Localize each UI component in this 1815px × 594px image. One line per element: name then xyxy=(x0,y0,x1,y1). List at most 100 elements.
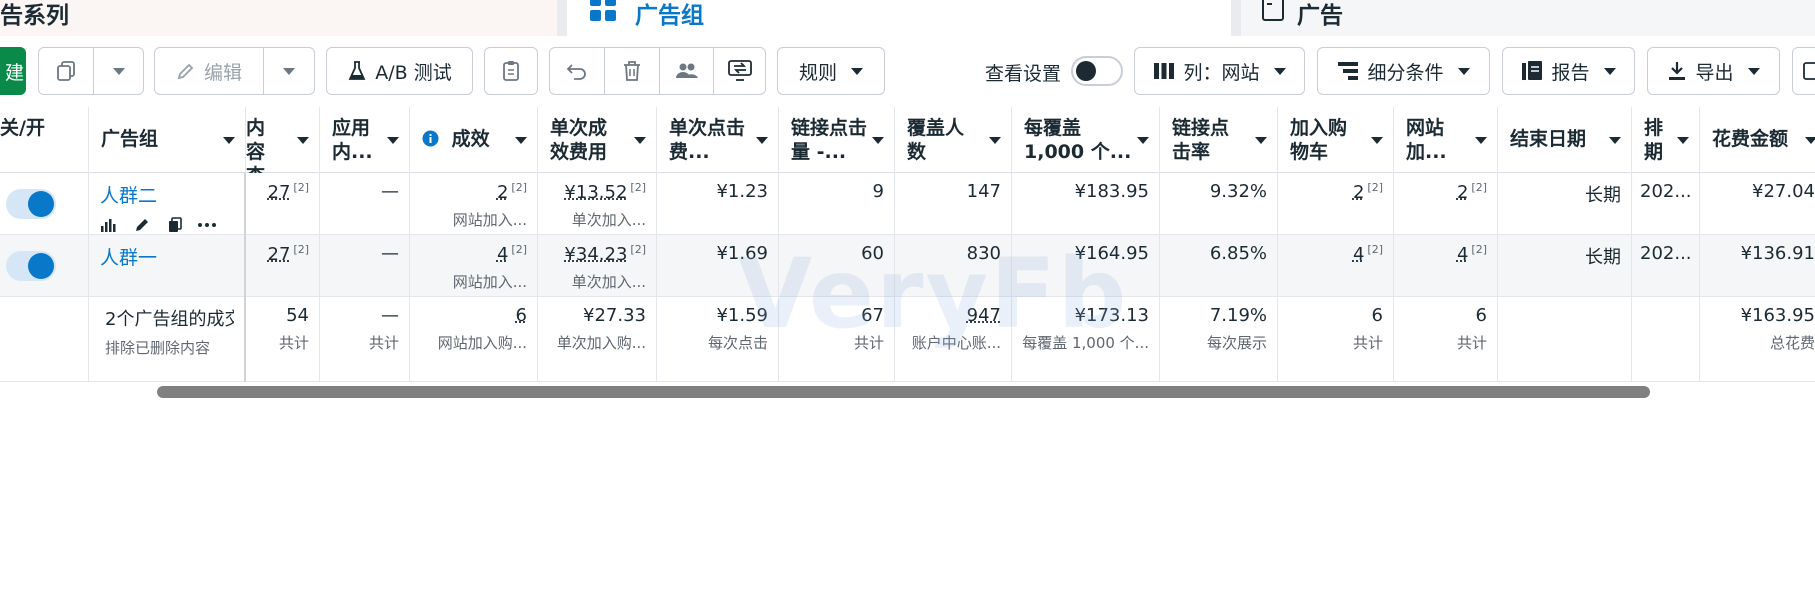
col-header-label: 成效 xyxy=(452,128,490,150)
view-settings-toggle[interactable] xyxy=(1071,56,1123,86)
col-header-end-date[interactable]: 结束日期 xyxy=(1498,107,1632,173)
chevron-down-icon xyxy=(1274,68,1286,75)
cell-value: ¥163.95 xyxy=(1741,305,1815,326)
schedule-cell: 202... xyxy=(1632,235,1700,297)
col-header-website[interactable]: 网站加... xyxy=(1394,107,1498,173)
sort-chevron-icon xyxy=(1371,137,1383,144)
cell-footnote: [2] xyxy=(511,181,527,194)
col-header-reach[interactable]: 覆盖人数 xyxy=(895,107,1012,173)
tab-divider xyxy=(557,0,567,36)
audience-button[interactable] xyxy=(660,48,713,94)
cell-subtext: 共计 xyxy=(1402,332,1487,353)
edit-dropdown[interactable] xyxy=(264,48,314,94)
summary-app: — 共计 xyxy=(320,297,410,382)
cell-value: 6 xyxy=(1372,305,1383,326)
cell-value: 6 xyxy=(1476,305,1487,326)
watermark: VeryFb xyxy=(738,238,1128,350)
col-header-cost-per-result[interactable]: 单次成效费用 xyxy=(538,107,657,173)
col-header-ctr[interactable]: 链接点击率 xyxy=(1160,107,1278,173)
undo-button[interactable] xyxy=(550,48,604,94)
sort-chevron-icon xyxy=(872,137,884,144)
cell-value: ¥183.95 xyxy=(1075,181,1149,202)
tab-campaigns-label: 告系列 xyxy=(0,0,69,30)
flask-icon xyxy=(347,60,367,82)
tab-ads-label: 广告 xyxy=(1297,0,1343,30)
cell-value: 4 xyxy=(1353,244,1364,265)
col-header-onoff[interactable]: 关/开 xyxy=(0,107,89,173)
reports-button[interactable]: 报告 xyxy=(1502,47,1635,95)
cell-value: 6.85% xyxy=(1210,243,1267,264)
adset-name-cell: 人群二 xyxy=(89,173,246,235)
end-date-cell: 长期 xyxy=(1498,173,1632,235)
adset-toggle[interactable] xyxy=(6,251,56,281)
cell-value: — xyxy=(381,305,399,326)
cpc-cell: ¥1.23 xyxy=(657,173,779,235)
ab-test-button[interactable]: A/B 测试 xyxy=(326,47,473,95)
columns-icon xyxy=(1153,62,1175,80)
cell-value: 长期 xyxy=(1585,247,1621,268)
rules-button[interactable]: 规则 xyxy=(777,47,885,95)
cell-subtext: 网站加入... xyxy=(418,209,527,230)
cell-footnote: [2] xyxy=(1367,243,1383,256)
col-header-app[interactable]: 应用内... xyxy=(320,107,410,173)
col-header-cpc[interactable]: 单次点击费... xyxy=(657,107,779,173)
col-header-schedule[interactable]: 排期 xyxy=(1632,107,1700,173)
summary-title: 2个广告组的成交 xyxy=(105,305,234,331)
undo-icon xyxy=(566,61,588,81)
tab-adsets-label: 广告组 xyxy=(635,0,704,30)
col-header-results[interactable]: 成效 xyxy=(410,107,538,173)
breakdown-icon xyxy=(1337,61,1359,81)
breakdown-button[interactable]: 细分条件 xyxy=(1317,47,1490,95)
adset-name-link[interactable]: 人群一 xyxy=(100,247,157,269)
cell-value: 2 xyxy=(1353,182,1364,203)
columns-button[interactable]: 列：网站 xyxy=(1134,47,1305,95)
tab-adsets[interactable]: 广告组 xyxy=(567,0,1231,36)
col-header-content-view[interactable]: 内容查... xyxy=(246,107,320,173)
duplicate-icon xyxy=(55,60,77,82)
delete-button[interactable] xyxy=(605,48,659,94)
summary-website: 6 共计 xyxy=(1394,297,1498,382)
sort-chevron-icon xyxy=(1677,137,1689,144)
cell-subtext: 共计 xyxy=(254,332,309,353)
horizontal-scrollbar[interactable] xyxy=(157,386,1650,398)
table-row[interactable]: 人群二 27 [2] — 2 [2] 网站加入... ¥13.52 [2] 单次加入...… xyxy=(0,173,1815,235)
more-icon[interactable] xyxy=(197,217,217,233)
swap-button[interactable] xyxy=(714,48,765,94)
cell-value: 202... xyxy=(1640,181,1692,202)
row-toggle-cell xyxy=(0,173,89,235)
clipboard-button[interactable] xyxy=(484,47,538,95)
tab-campaigns[interactable]: 告系列 xyxy=(0,0,557,36)
col-header-spend[interactable]: 花费金额 xyxy=(1700,107,1815,173)
adset-name-link[interactable]: 人群二 xyxy=(100,185,157,207)
duplicate-icon[interactable] xyxy=(167,217,183,233)
export-button[interactable]: 导出 xyxy=(1647,47,1780,95)
results-cell: 2 [2] 网站加入... xyxy=(410,173,538,235)
col-header-add-to-cart[interactable]: 加入购物车 xyxy=(1278,107,1394,173)
pencil-icon[interactable] xyxy=(134,217,150,233)
cell-footnote: [2] xyxy=(630,181,646,194)
col-header-link-clicks[interactable]: 链接点击量 -... xyxy=(779,107,895,173)
col-header-cpm[interactable]: 每覆盖 1,000 个... xyxy=(1012,107,1160,173)
cell-subtext: 单次加入... xyxy=(546,271,646,292)
create-button[interactable]: 建 xyxy=(0,47,26,95)
duplicate-dropdown[interactable] xyxy=(94,48,143,94)
cell-subtext: 共计 xyxy=(1286,332,1383,353)
duplicate-button[interactable] xyxy=(39,48,93,94)
col-header-label: 链接点击量 -... xyxy=(791,116,867,164)
col-header-adset[interactable]: 广告组 xyxy=(89,107,246,173)
col-header-label: 每覆盖 1,000 个... xyxy=(1024,116,1134,164)
cell-subtext: 单次加入... xyxy=(546,209,646,230)
website-cell: 2 [2] xyxy=(1394,173,1498,235)
more-tool-button[interactable] xyxy=(1792,47,1815,95)
cell-subtext: 每次展示 xyxy=(1168,332,1267,353)
summary-end-date xyxy=(1498,297,1632,382)
chevron-down-icon xyxy=(113,68,125,75)
summary-empty-cell xyxy=(0,297,89,382)
tab-ads[interactable]: 广告 xyxy=(1241,0,1815,36)
adset-toggle[interactable] xyxy=(6,189,56,219)
content-view-cell: 27 [2] xyxy=(246,173,320,235)
edit-button[interactable]: 编辑 xyxy=(155,48,263,94)
report-icon xyxy=(1521,60,1543,82)
bar-chart-icon[interactable] xyxy=(100,217,116,233)
col-header-label: 结束日期 xyxy=(1510,128,1586,150)
